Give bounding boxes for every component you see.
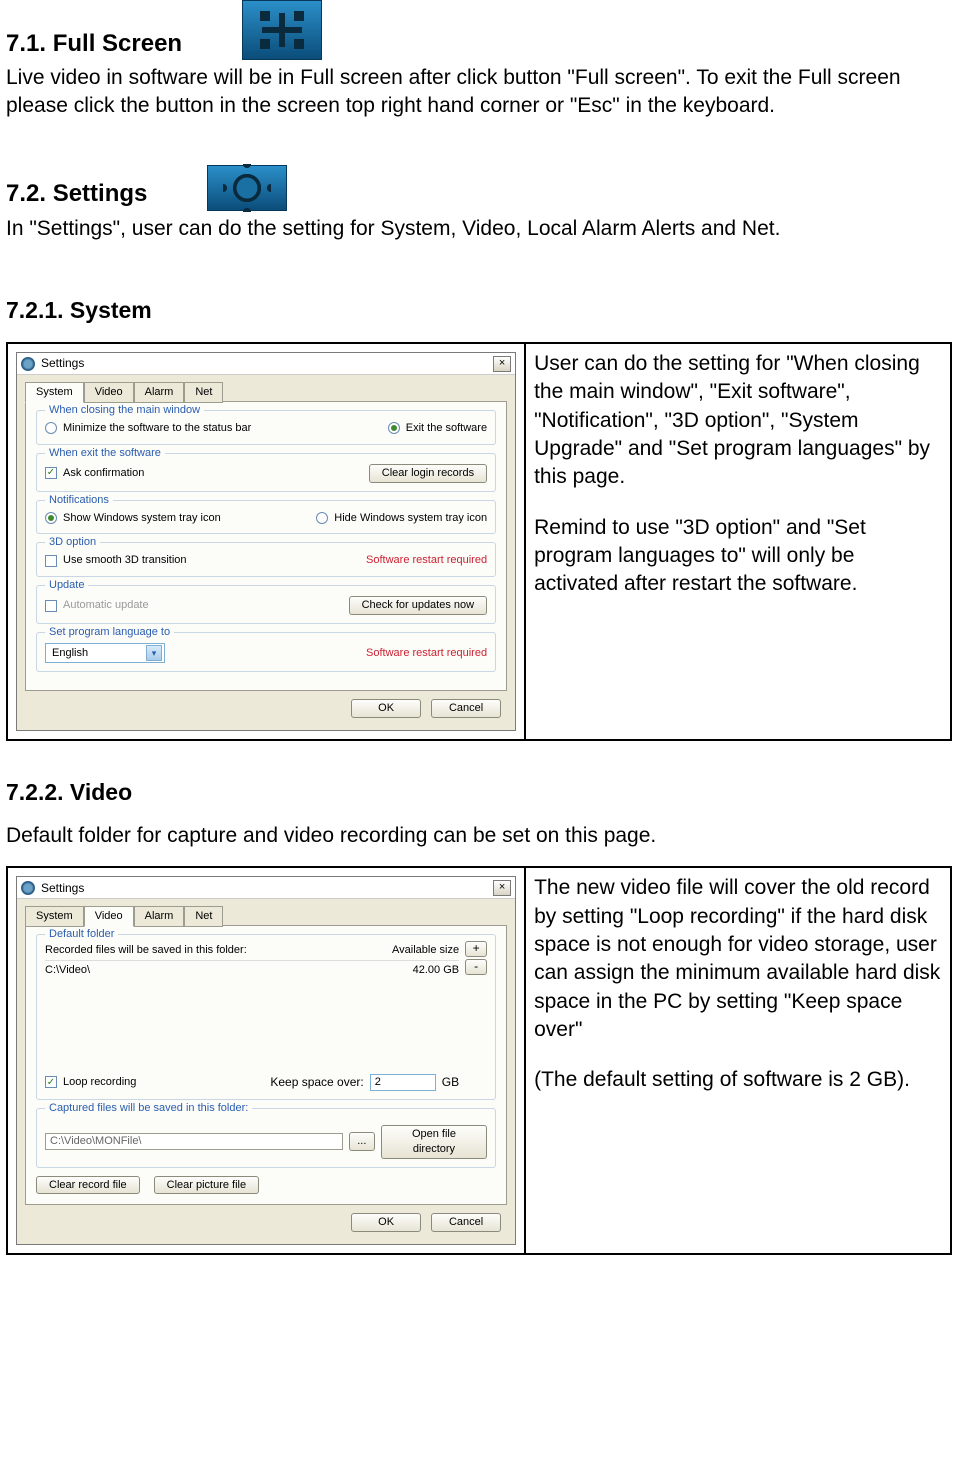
clear-picture-file-button[interactable]: Clear picture file — [154, 1176, 259, 1195]
recorded-header: Recorded files will be saved in this fol… — [45, 943, 247, 958]
chevron-down-icon: ▾ — [146, 645, 162, 661]
para-7-1: Live video in software will be in Full s… — [6, 64, 952, 121]
tab-system[interactable]: System — [25, 382, 84, 403]
check-ask-confirmation-label: Ask confirmation — [63, 466, 144, 481]
video-intro: Default folder for capture and video rec… — [6, 822, 952, 850]
tab-alarm[interactable]: Alarm — [134, 382, 185, 403]
group-3d-title: 3D option — [45, 535, 100, 550]
radio-exit-label: Exit the software — [406, 421, 487, 436]
group-update-title: Update — [45, 578, 88, 593]
system-desc-2: Remind to use "3D option" and "Set progr… — [534, 514, 942, 599]
tab-system[interactable]: System — [25, 906, 84, 927]
captured-path: C:\Video\MONFile\ — [45, 1133, 343, 1150]
tab-alarm[interactable]: Alarm — [134, 906, 185, 927]
check-auto-update-label: Automatic update — [63, 598, 149, 613]
cancel-button[interactable]: Cancel — [431, 699, 501, 718]
clear-login-records-button[interactable]: Clear login records — [369, 464, 487, 483]
radio-minimize[interactable]: Minimize the software to the status bar — [45, 421, 251, 436]
open-file-directory-button[interactable]: Open file directory — [381, 1125, 487, 1159]
system-desc-1: User can do the setting for "When closin… — [534, 350, 942, 492]
heading-7-2-1: 7.2.1. System — [6, 295, 952, 326]
video-desc-2: (The default setting of software is 2 GB… — [534, 1066, 942, 1094]
fullscreen-icon — [242, 0, 322, 60]
group-exit-title: When exit the software — [45, 446, 165, 461]
clear-record-file-button[interactable]: Clear record file — [36, 1176, 140, 1195]
video-table: Settings × System Video Alarm Net Defaul… — [6, 866, 952, 1255]
check-3d-transition[interactable]: Use smooth 3D transition — [45, 553, 187, 568]
heading-7-2-2: 7.2.2. Video — [6, 777, 952, 808]
heading-7-1: 7.1. Full Screen — [6, 28, 182, 60]
check-auto-update[interactable]: Automatic update — [45, 598, 149, 613]
radio-hide-tray-label: Hide Windows system tray icon — [334, 511, 487, 526]
tab-net[interactable]: Net — [184, 906, 223, 927]
add-folder-button[interactable]: + — [465, 941, 487, 957]
group-closing-title: When closing the main window — [45, 403, 204, 418]
para-7-2: In "Settings", user can do the setting f… — [6, 215, 952, 243]
dialog-title: Settings — [41, 355, 84, 371]
tab-video[interactable]: Video — [84, 382, 134, 403]
group-notifications-title: Notifications — [45, 493, 113, 508]
video-desc-1: The new video file will cover the old re… — [534, 874, 942, 1044]
cancel-button[interactable]: Cancel — [431, 1213, 501, 1232]
warn-language: Software restart required — [366, 646, 487, 661]
radio-show-tray-label: Show Windows system tray icon — [63, 511, 221, 526]
check-loop-recording-label: Loop recording — [63, 1075, 136, 1090]
language-select[interactable]: English ▾ — [45, 643, 165, 663]
close-button[interactable]: × — [493, 880, 511, 896]
keep-space-input[interactable]: 2 — [370, 1074, 436, 1091]
group-language-title: Set program language to — [45, 625, 174, 640]
group-captured-title: Captured files will be saved in this fol… — [45, 1101, 252, 1116]
check-loop-recording[interactable]: Loop recording — [45, 1075, 136, 1090]
ok-button[interactable]: OK — [351, 1213, 421, 1232]
keep-space-label: Keep space over: — [270, 1074, 363, 1090]
available-header: Available size — [392, 943, 459, 958]
check-updates-button[interactable]: Check for updates now — [349, 596, 488, 615]
dialog-title: Settings — [41, 880, 84, 896]
radio-show-tray[interactable]: Show Windows system tray icon — [45, 511, 221, 526]
recorded-path: C:\Video\ — [45, 963, 90, 978]
settings-dialog-video: Settings × System Video Alarm Net Defaul… — [16, 876, 516, 1245]
tab-net[interactable]: Net — [184, 382, 223, 403]
radio-exit[interactable]: Exit the software — [388, 421, 487, 436]
ok-button[interactable]: OK — [351, 699, 421, 718]
close-button[interactable]: × — [493, 356, 511, 372]
check-ask-confirmation[interactable]: Ask confirmation — [45, 466, 144, 481]
radio-minimize-label: Minimize the software to the status bar — [63, 421, 251, 436]
system-table: Settings × System Video Alarm Net When c… — [6, 342, 952, 741]
browse-button[interactable]: ... — [349, 1132, 375, 1151]
available-size: 42.00 GB — [413, 963, 459, 978]
language-value: English — [52, 646, 88, 661]
group-default-folder-title: Default folder — [45, 927, 118, 942]
keep-space-unit: GB — [442, 1074, 459, 1090]
check-3d-transition-label: Use smooth 3D transition — [63, 553, 187, 568]
warn-3d: Software restart required — [366, 553, 487, 568]
gear-icon — [21, 357, 35, 371]
gear-icon — [21, 881, 35, 895]
radio-hide-tray[interactable]: Hide Windows system tray icon — [316, 511, 487, 526]
remove-folder-button[interactable]: - — [465, 959, 487, 975]
tab-video[interactable]: Video — [84, 906, 134, 927]
heading-7-2: 7.2. Settings — [6, 178, 147, 210]
settings-icon — [207, 165, 287, 211]
settings-dialog-system: Settings × System Video Alarm Net When c… — [16, 352, 516, 731]
